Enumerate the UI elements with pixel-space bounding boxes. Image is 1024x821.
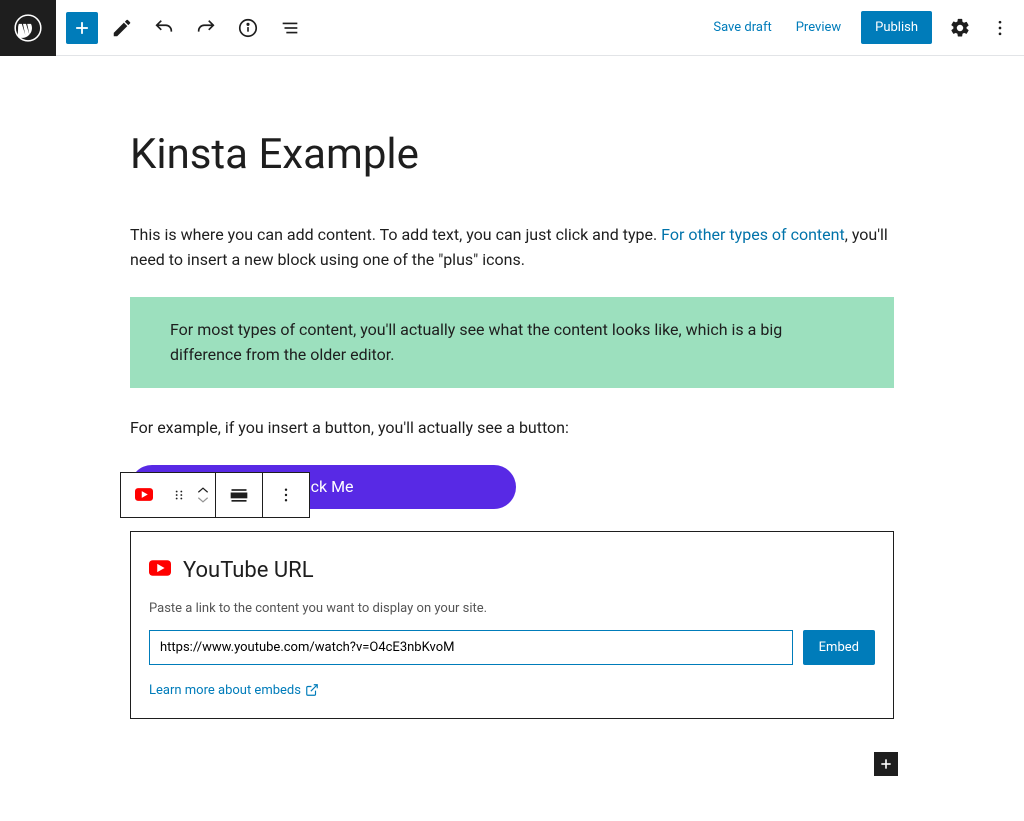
- toolbar-left-group: [56, 10, 308, 46]
- post-title[interactable]: Kinsta Example: [130, 130, 894, 179]
- more-vertical-icon: [277, 486, 295, 504]
- redo-button[interactable]: [188, 10, 224, 46]
- pencil-icon: [111, 17, 133, 39]
- align-icon: [229, 485, 249, 505]
- drag-handle[interactable]: [167, 473, 191, 517]
- add-block-corner-button[interactable]: [874, 752, 898, 776]
- wordpress-logo[interactable]: [0, 0, 56, 56]
- toolbar-right-group: Save draft Preview Publish: [703, 10, 1018, 46]
- embed-instructions: Paste a link to the content you want to …: [149, 601, 875, 616]
- undo-button[interactable]: [146, 10, 182, 46]
- info-button[interactable]: [230, 10, 266, 46]
- plus-icon: [878, 756, 894, 772]
- embed-title: YouTube URL: [183, 558, 314, 583]
- chevron-down-icon: [196, 495, 210, 504]
- embed-url-input[interactable]: [149, 630, 793, 665]
- intro-text-a: This is where you can add content. To ad…: [130, 225, 661, 244]
- drag-icon: [172, 488, 186, 502]
- embed-submit-button[interactable]: Embed: [803, 630, 875, 665]
- redo-icon: [195, 17, 217, 39]
- more-vertical-icon: [990, 18, 1010, 38]
- undo-icon: [153, 17, 175, 39]
- intro-paragraph[interactable]: This is where you can add content. To ad…: [130, 223, 894, 273]
- info-icon: [237, 17, 259, 39]
- more-options-button[interactable]: [982, 10, 1018, 46]
- gear-icon: [949, 17, 971, 39]
- align-button[interactable]: [216, 473, 262, 517]
- learn-more-link[interactable]: Learn more about embeds: [149, 683, 319, 698]
- list-view-icon: [279, 17, 301, 39]
- editor-content: Kinsta Example This is where you can add…: [0, 56, 1024, 719]
- editor-top-bar: Save draft Preview Publish: [0, 0, 1024, 56]
- settings-button[interactable]: [942, 10, 978, 46]
- youtube-icon: [149, 560, 171, 580]
- block-type-button[interactable]: [121, 473, 167, 517]
- embed-input-row: Embed: [149, 630, 875, 665]
- move-arrows[interactable]: [191, 473, 215, 517]
- embed-header: YouTube URL: [149, 558, 875, 583]
- learn-more-text: Learn more about embeds: [149, 683, 301, 698]
- example-paragraph[interactable]: For example, if you insert a button, you…: [130, 416, 894, 441]
- preview-button[interactable]: Preview: [786, 12, 851, 43]
- callout-block[interactable]: For most types of content, you'll actual…: [130, 297, 894, 388]
- youtube-embed-block[interactable]: YouTube URL Paste a link to the content …: [130, 531, 894, 719]
- add-block-button[interactable]: [66, 12, 98, 44]
- chevron-up-icon: [196, 486, 210, 495]
- block-more-button[interactable]: [263, 473, 309, 517]
- youtube-icon: [135, 486, 153, 505]
- external-link-icon: [305, 683, 319, 697]
- block-toolbar: [120, 472, 310, 518]
- wordpress-icon: [14, 14, 42, 42]
- other-content-link[interactable]: For other types of content: [661, 225, 845, 244]
- plus-icon: [72, 18, 92, 38]
- outline-button[interactable]: [272, 10, 308, 46]
- publish-button[interactable]: Publish: [861, 11, 932, 44]
- edit-mode-button[interactable]: [104, 10, 140, 46]
- save-draft-button[interactable]: Save draft: [703, 12, 781, 43]
